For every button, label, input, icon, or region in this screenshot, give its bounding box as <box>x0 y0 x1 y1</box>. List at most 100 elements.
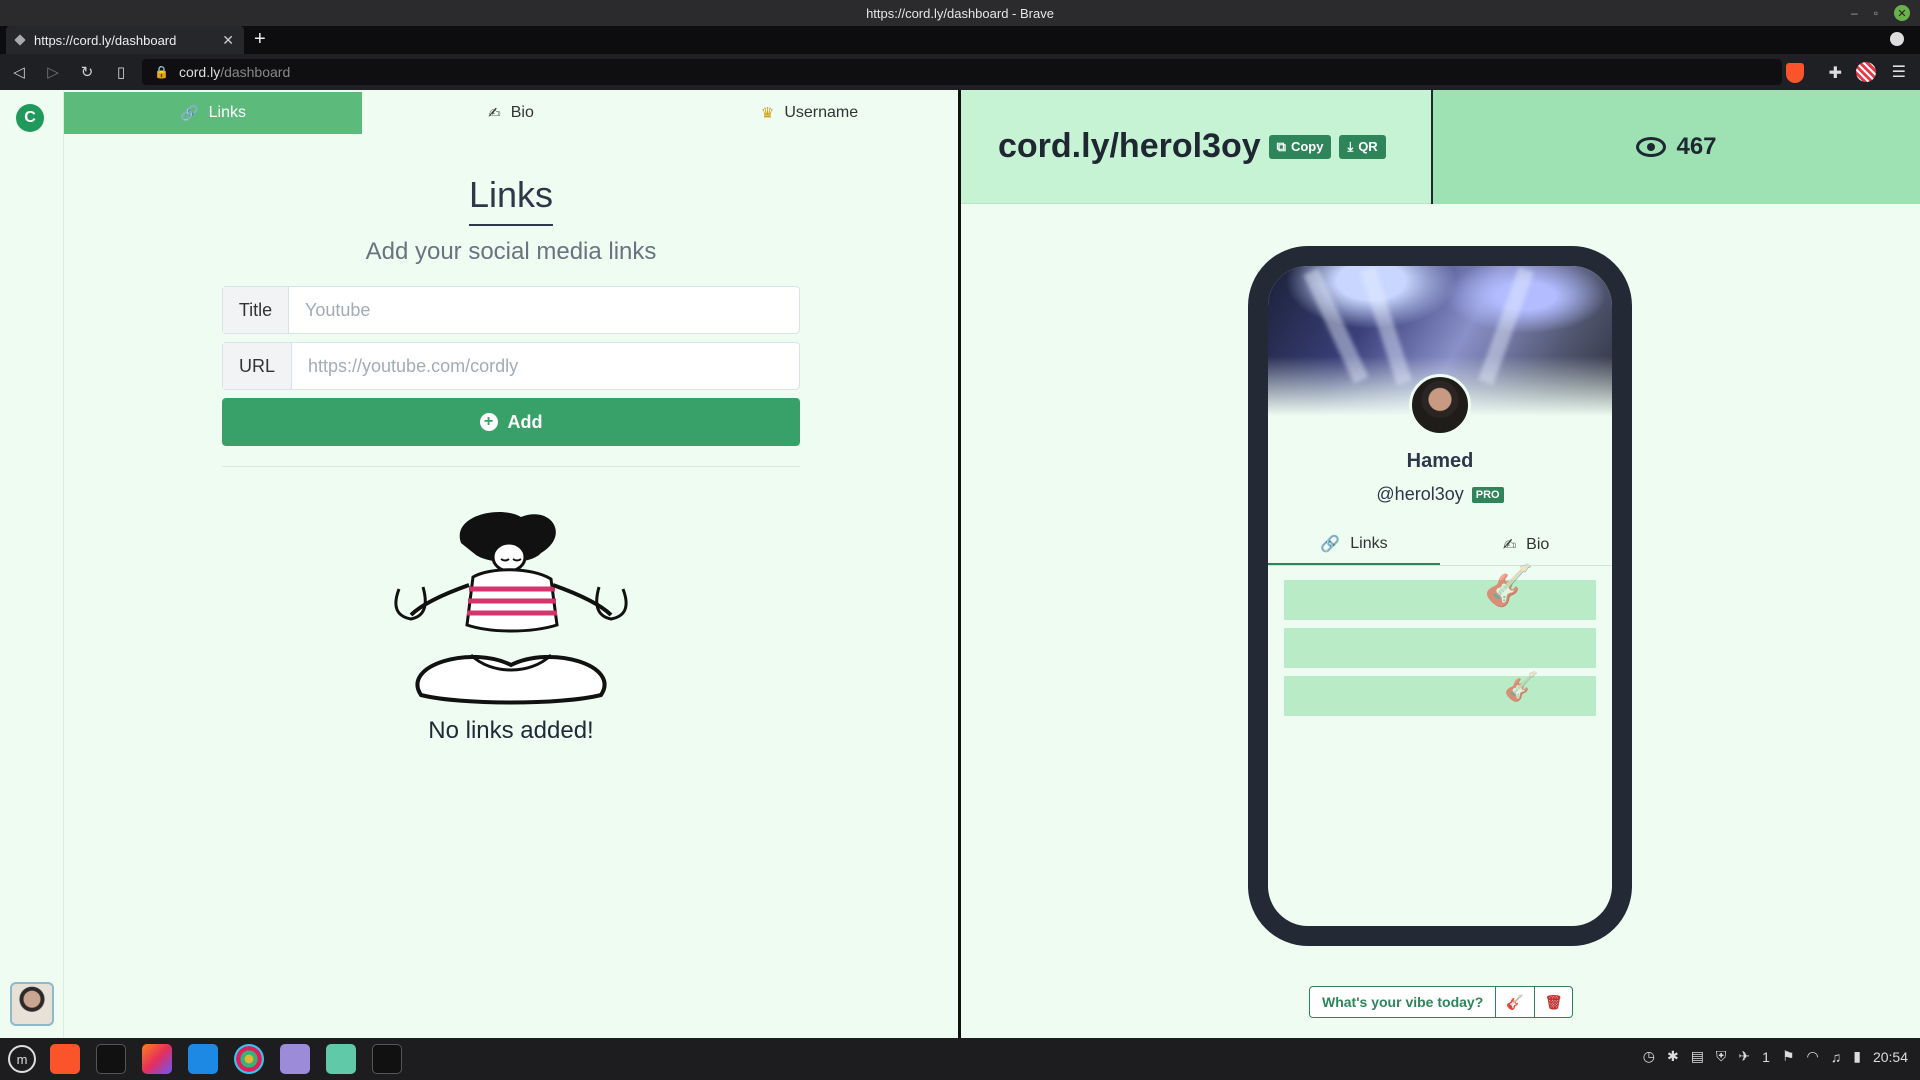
extensions-icon[interactable]: ✚ <box>1829 63 1842 83</box>
tab-username-label: Username <box>784 104 859 121</box>
url-field: URL <box>222 342 800 390</box>
phone-preview: Hamed @herol3oy PRO 🔗 Links ✍ Bio 🎸 🎸 <box>1248 246 1632 946</box>
page-title-text: Links <box>468 174 554 226</box>
crown-icon: ♛ <box>760 105 775 122</box>
tab-username[interactable]: ♛ Username <box>660 92 959 134</box>
clock[interactable]: 20:54 <box>1873 1049 1908 1065</box>
terminal-app-icon[interactable] <box>372 1044 402 1074</box>
qr-label: QR <box>1358 139 1378 154</box>
pro-badge: PRO <box>1471 486 1504 503</box>
url-path: /dashboard <box>220 64 291 80</box>
brave-app-icon[interactable] <box>50 1044 80 1074</box>
writing-hand-icon: ✍ <box>488 105 501 122</box>
clipboard-icon[interactable]: ▤ <box>1691 1048 1704 1065</box>
notification-icon[interactable]: ✈ <box>1738 1048 1750 1065</box>
system-tray: ◷ ✱ ▤ ⛨ ✈ 1 ⚑ ◠ ♫ ▮ 20:54 <box>1643 1048 1908 1065</box>
empty-state-text: No links added! <box>428 717 594 744</box>
meditation-illustration <box>394 512 628 705</box>
close-window-icon[interactable]: ✕ <box>1894 5 1910 21</box>
vibe-button[interactable]: What's your vibe today? <box>1310 987 1495 1017</box>
eye-icon <box>1636 137 1667 157</box>
page-title: Links <box>222 174 800 226</box>
add-link-button[interactable]: + Add <box>222 398 800 446</box>
page: C 🔗 Links ✍ Bio ♛ Username Links Add you… <box>0 90 1920 1038</box>
copy-button[interactable]: ⧉ Copy <box>1268 134 1332 159</box>
app-sidebar: C <box>0 90 64 1038</box>
browser-toolbar: ◁ ▷ ↻ ▯ 🔒 cord.ly/dashboard ✚ ☰ <box>0 54 1920 90</box>
browser-tab[interactable]: https://cord.ly/dashboard ✕ <box>6 26 244 54</box>
forward-icon[interactable]: ▷ <box>38 63 68 81</box>
timer-icon[interactable]: ◷ <box>1643 1048 1655 1065</box>
tray-count: 1 <box>1762 1048 1770 1065</box>
start-menu-icon[interactable]: m <box>8 1045 36 1073</box>
link-placeholder <box>1284 580 1596 620</box>
brave-wallet-icon[interactable] <box>1856 62 1876 82</box>
wifi-icon[interactable]: ◠ <box>1807 1048 1819 1065</box>
restore-icon[interactable]: ▫ <box>1874 6 1878 20</box>
link-icon: 🔗 <box>179 105 199 122</box>
profile-url-panel: cord.ly/herol3oy ⧉ Copy ⤓ QR <box>961 90 1431 204</box>
battery-icon[interactable]: ▮ <box>1853 1048 1861 1065</box>
browser-tab-title: https://cord.ly/dashboard <box>34 32 177 48</box>
url-input[interactable] <box>292 343 799 389</box>
title-input[interactable] <box>289 287 799 333</box>
title-field: Title <box>222 286 800 334</box>
files-app-icon[interactable] <box>326 1044 356 1074</box>
app-logo[interactable]: C <box>16 104 44 132</box>
vscode-app-icon[interactable] <box>188 1044 218 1074</box>
us-flag-icon[interactable]: ⚑ <box>1782 1048 1795 1065</box>
close-tab-icon[interactable]: ✕ <box>222 32 234 49</box>
tab-search-icon[interactable] <box>1890 32 1904 46</box>
view-count: 467 <box>1676 133 1717 160</box>
tab-links[interactable]: 🔗 Links <box>64 92 362 134</box>
link-icon: 🔗 <box>1320 535 1341 553</box>
plus-circle-icon: + <box>479 413 498 431</box>
tab-bio[interactable]: ✍ Bio <box>362 92 660 134</box>
slack-app-icon[interactable] <box>234 1044 264 1074</box>
music-icon[interactable]: ♫ <box>1831 1049 1842 1065</box>
minimize-icon[interactable]: ‒ <box>1851 6 1858 20</box>
preview-tab-links-label: Links <box>1350 534 1388 552</box>
preview-tab-bio[interactable]: ✍ Bio <box>1440 524 1612 565</box>
preview-panel: cord.ly/herol3oy ⧉ Copy ⤓ QR 467 Hamed @… <box>961 90 1920 1038</box>
terminal-app-icon[interactable] <box>96 1044 126 1074</box>
profile-url[interactable]: cord.ly/herol3oy <box>998 127 1261 166</box>
os-taskbar: m ◷ ✱ ▤ ⛨ ✈ 1 ⚑ ◠ ♫ ▮ 20:54 <box>0 1038 1920 1080</box>
delete-vibe-button[interactable]: 🗑 <box>1533 987 1573 1017</box>
dashboard-tabs: 🔗 Links ✍ Bio ♛ Username <box>64 92 959 134</box>
window-titlebar: https://cord.ly/dashboard - Brave ‒ ▫ ✕ <box>0 0 1920 26</box>
window-controls: ‒ ▫ ✕ <box>1851 5 1910 21</box>
guitar-icon: 🎸 <box>1504 671 1539 702</box>
browser-tab-strip: https://cord.ly/dashboard ✕ + <box>0 26 1920 54</box>
shield-icon[interactable]: ⛨ <box>1716 1048 1727 1065</box>
phone-screen: Hamed @herol3oy PRO 🔗 Links ✍ Bio 🎸 🎸 <box>1268 266 1612 926</box>
add-link-label: Add <box>507 411 543 432</box>
brave-shields-icon[interactable] <box>1786 63 1804 83</box>
page-subtitle: Add your social media links <box>365 238 657 265</box>
writing-hand-icon: ✍ <box>1502 536 1517 554</box>
back-icon[interactable]: ◁ <box>4 63 34 81</box>
divider <box>222 466 800 467</box>
lock-icon: 🔒 <box>154 65 169 79</box>
preview-tab-links[interactable]: 🔗 Links <box>1268 524 1440 565</box>
url-label: URL <box>223 343 292 389</box>
profile-handle-row: @herol3oy PRO <box>1268 484 1612 505</box>
bookmark-icon[interactable]: ▯ <box>106 63 136 81</box>
browser-menu-icon[interactable]: ☰ <box>1892 62 1906 82</box>
vibe-picker: What's your vibe today? 🎸 🗑 <box>1309 986 1574 1018</box>
text-editor-app-icon[interactable] <box>280 1044 310 1074</box>
qr-button[interactable]: ⤓ QR <box>1339 134 1386 159</box>
guitar-icon: 🎸 <box>1484 564 1534 608</box>
guitar-vibe-button[interactable]: 🎸 <box>1495 987 1533 1017</box>
intellij-app-icon[interactable] <box>142 1044 172 1074</box>
link-placeholder <box>1284 628 1596 668</box>
url-host: cord.ly <box>178 64 221 80</box>
slack-tray-icon[interactable]: ✱ <box>1667 1048 1679 1065</box>
reload-icon[interactable]: ↻ <box>72 63 102 81</box>
copy-label: Copy <box>1290 139 1324 154</box>
new-tab-icon[interactable]: + <box>254 28 266 51</box>
tab-bio-label: Bio <box>510 104 534 121</box>
user-avatar[interactable] <box>10 982 54 1026</box>
address-bar[interactable]: 🔒 cord.ly/dashboard <box>142 59 1782 85</box>
trash-icon: 🗑 <box>1544 993 1563 1010</box>
